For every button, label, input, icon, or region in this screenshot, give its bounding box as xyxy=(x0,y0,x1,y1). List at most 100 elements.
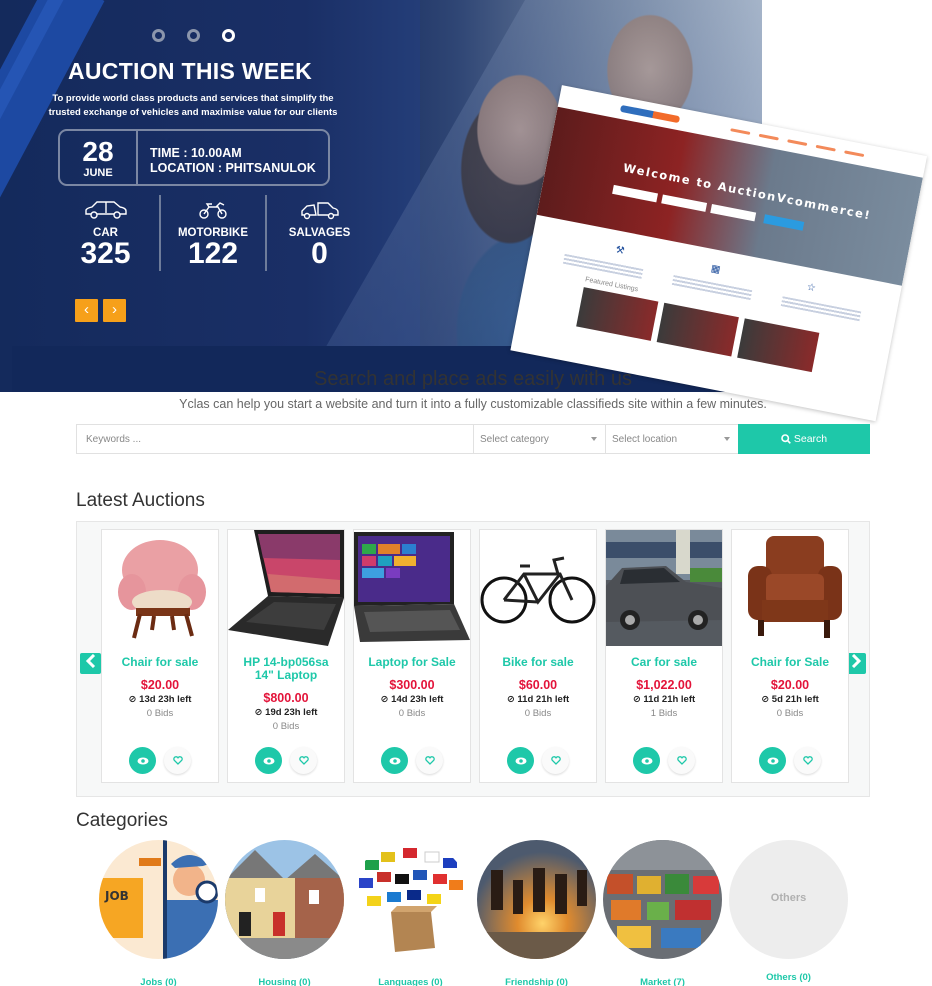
category-select[interactable]: Select category xyxy=(474,425,606,453)
heart-icon xyxy=(424,756,435,765)
search-form: Select category Select location Search xyxy=(76,424,870,454)
search-button[interactable]: Search xyxy=(738,424,870,454)
auction-price: $60.00 xyxy=(518,678,558,692)
stat-value: 325 xyxy=(80,237,131,270)
keywords-input[interactable] xyxy=(77,425,474,453)
preview-card xyxy=(656,302,739,357)
category-label[interactable]: Market (7) xyxy=(603,977,722,986)
others-category-placeholder[interactable]: Others xyxy=(729,840,848,959)
auction-card[interactable]: HP 14-bp056sa 14" Laptop $800.00 ⊘ 19d 2… xyxy=(227,529,345,783)
view-button[interactable] xyxy=(129,747,156,774)
slider-dot-1[interactable] xyxy=(152,29,165,42)
clock-icon: ⊘ xyxy=(506,694,515,705)
stat-car: CAR 325 xyxy=(52,195,159,271)
category-label[interactable]: Friendship (0) xyxy=(477,977,596,986)
auction-actions xyxy=(102,747,218,774)
housing-category-image[interactable] xyxy=(225,840,344,959)
favorite-button[interactable] xyxy=(542,747,569,774)
auction-title-link[interactable]: Chair for sale xyxy=(102,656,218,669)
leather-armchair-image[interactable] xyxy=(732,530,848,646)
auction-price: $20.00 xyxy=(140,678,180,692)
category-label[interactable]: Languages (0) xyxy=(351,977,470,986)
carousel-prev-button[interactable] xyxy=(80,653,101,674)
caret-down-icon xyxy=(591,437,597,441)
clock-icon: ⊘ xyxy=(128,694,137,705)
category-friendship[interactable]: Friendship (0) xyxy=(477,840,596,986)
eye-icon xyxy=(641,757,652,764)
time-left-text: 14d 23h left xyxy=(391,694,444,705)
auction-bids: 0 Bids xyxy=(272,721,300,732)
auction-actions xyxy=(606,747,722,774)
favorite-button[interactable] xyxy=(164,747,191,774)
market-category-image[interactable] xyxy=(603,840,722,959)
category-market[interactable]: Market (7) xyxy=(603,840,722,986)
auction-time-left: ⊘ 11d 21h left xyxy=(480,694,596,705)
preview-input xyxy=(612,184,659,203)
auction-price: $20.00 xyxy=(770,678,810,692)
black-laptop-image[interactable] xyxy=(228,530,344,646)
stat-motorbike: MOTORBIKE 122 xyxy=(159,195,265,271)
auction-bids: 0 Bids xyxy=(146,708,174,719)
auction-card[interactable]: Laptop for Sale $300.00 ⊘ 14d 23h left 0… xyxy=(353,529,471,783)
slider-dot-3[interactable] xyxy=(222,29,235,42)
category-label[interactable]: Jobs (0) xyxy=(99,977,218,986)
auction-title-link[interactable]: Laptop for Sale xyxy=(354,656,470,669)
slider-dot-2[interactable] xyxy=(187,29,200,42)
auction-bids: 0 Bids xyxy=(776,708,804,719)
auction-card[interactable]: Car for sale $1,022.00 ⊘ 11d 21h left 1 … xyxy=(605,529,723,783)
auction-card[interactable]: Chair for sale $20.00 ⊘ 13d 23h left 0 B… xyxy=(101,529,219,783)
view-button[interactable] xyxy=(633,747,660,774)
preview-nav-link xyxy=(844,149,865,157)
eye-icon xyxy=(137,757,148,764)
auction-title-link[interactable]: HP 14-bp056sa 14" Laptop xyxy=(228,656,344,682)
gavel-icon: ⚒ xyxy=(614,244,626,258)
auction-price: $1,022.00 xyxy=(636,678,692,692)
view-button[interactable] xyxy=(507,747,534,774)
languages-category-image[interactable] xyxy=(351,840,470,959)
car-icon xyxy=(52,197,159,223)
favorite-button[interactable] xyxy=(794,747,821,774)
preview-card xyxy=(576,287,659,341)
favorite-button[interactable] xyxy=(668,747,695,774)
friendship-category-image[interactable] xyxy=(477,840,596,959)
stat-salvages: SALVAGES 0 xyxy=(265,195,372,271)
auction-actions xyxy=(354,747,470,774)
preview-nav-link xyxy=(815,144,836,152)
time-left-text: 13d 23h left xyxy=(139,694,192,705)
search-icon xyxy=(781,434,791,444)
hero-title: AUCTION THIS WEEK xyxy=(67,58,313,84)
auction-title-link[interactable]: Chair for Sale xyxy=(732,656,848,669)
grey-sedan-image[interactable] xyxy=(606,530,722,646)
view-button[interactable] xyxy=(255,747,282,774)
jobs-category-image[interactable]: JOB xyxy=(99,840,219,959)
favorite-button[interactable] xyxy=(290,747,317,774)
hero-prev-button[interactable]: ‹ xyxy=(75,299,98,322)
category-others[interactable]: Others Others (0) xyxy=(729,840,848,986)
search-section-subtitle: Yclas can help you start a website and t… xyxy=(179,397,767,411)
clock-icon: ⊘ xyxy=(254,707,263,718)
auction-title-link[interactable]: Car for sale xyxy=(606,656,722,669)
auction-card[interactable]: Bike for sale $60.00 ⊘ 11d 21h left 0 Bi… xyxy=(479,529,597,783)
time-left-text: 11d 21h left xyxy=(517,694,570,705)
category-housing[interactable]: Housing (0) xyxy=(225,840,344,986)
road-bike-image[interactable] xyxy=(480,530,596,646)
category-label[interactable]: Others (0) xyxy=(729,972,848,983)
auction-bids: 1 Bids xyxy=(650,708,678,719)
windows-laptop-image[interactable] xyxy=(354,530,470,646)
category-label[interactable]: Housing (0) xyxy=(225,977,344,986)
auction-price: $800.00 xyxy=(263,691,309,705)
auction-time-left: ⊘ 5d 21h left xyxy=(732,694,848,705)
auction-price: $300.00 xyxy=(389,678,435,692)
category-jobs[interactable]: JOB Jobs (0) xyxy=(99,840,219,986)
auction-title-link[interactable]: Bike for sale xyxy=(480,656,596,669)
view-button[interactable] xyxy=(759,747,786,774)
location-select[interactable]: Select location xyxy=(606,425,738,453)
favorite-button[interactable] xyxy=(416,747,443,774)
auction-card[interactable]: Chair for Sale $20.00 ⊘ 5d 21h left 0 Bi… xyxy=(731,529,849,783)
time-left-text: 11d 21h left xyxy=(643,694,696,705)
pink-armchair-image[interactable] xyxy=(102,530,218,646)
view-button[interactable] xyxy=(381,747,408,774)
hero-next-button[interactable]: › xyxy=(103,299,126,322)
category-languages[interactable]: Languages (0) xyxy=(351,840,470,986)
stat-value: 0 xyxy=(311,237,328,270)
